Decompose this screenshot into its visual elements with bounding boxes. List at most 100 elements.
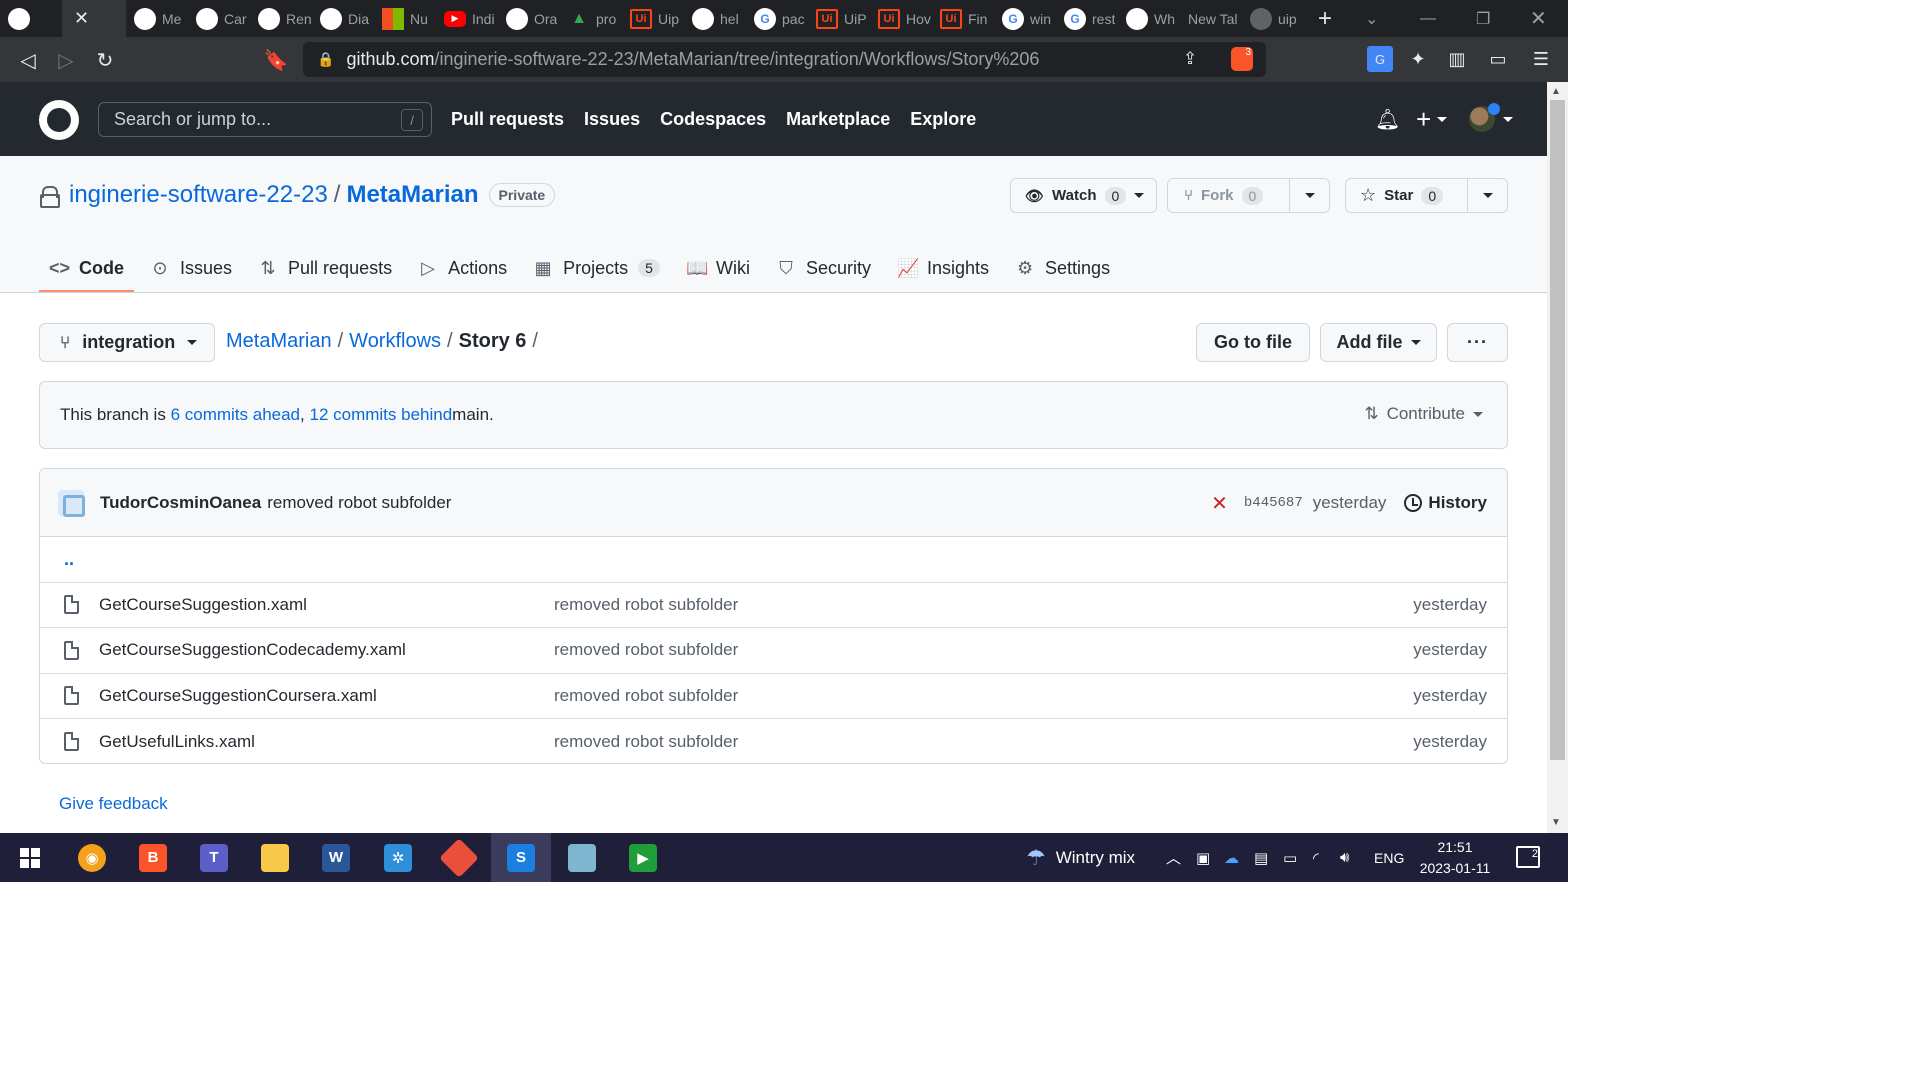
watch-button[interactable]: 👁︎ Watch 0	[1010, 178, 1157, 213]
breadcrumb-folder-link[interactable]: Workflows	[349, 330, 441, 353]
file-commit-message-link[interactable]: removed robot subfolder	[554, 686, 738, 706]
browser-tab[interactable]: Ora	[498, 0, 560, 37]
brave-shield-icon[interactable]: 3	[1231, 47, 1253, 71]
browser-tab[interactable]	[0, 0, 62, 37]
minimize-button[interactable]: —	[1420, 0, 1436, 37]
browser-tab[interactable]: uip	[1242, 0, 1304, 37]
browser-tab[interactable]: ▶ Indi	[436, 0, 498, 37]
nav-issues[interactable]: Issues	[584, 109, 640, 130]
go-to-file-button[interactable]: Go to file	[1196, 323, 1310, 362]
share-icon[interactable]: ⇪	[1183, 49, 1197, 69]
new-tab-button[interactable]: +	[1318, 5, 1332, 33]
tab-insights[interactable]: 📈 Insights	[887, 244, 999, 292]
browser-tab[interactable]: Ui Hov	[870, 0, 932, 37]
add-file-button[interactable]: Add file	[1320, 323, 1437, 362]
star-button[interactable]: ☆ Star 0	[1345, 178, 1508, 213]
taskbar-app-player[interactable]: ▶	[613, 833, 673, 882]
forward-button[interactable]: ▷	[52, 46, 80, 74]
wallet-icon[interactable]: ▭	[1485, 46, 1511, 72]
scrollbar[interactable]: ▲ ▼	[1547, 82, 1568, 833]
commit-author-link[interactable]: TudorCosminOanea	[100, 493, 261, 513]
tab-actions[interactable]: ▷ Actions	[408, 244, 517, 292]
extensions-icon[interactable]: ✦	[1405, 46, 1431, 72]
taskbar-app-notes[interactable]	[552, 833, 612, 882]
browser-tab[interactable]: Nu	[374, 0, 436, 37]
browser-tab[interactable]: Gpac	[746, 0, 808, 37]
taskbar-app-studio[interactable]: S	[491, 833, 551, 882]
meet-now-icon[interactable]: ▣	[1196, 833, 1210, 882]
tab-pull-requests[interactable]: ⇅ Pull requests	[248, 244, 402, 292]
close-tab-icon[interactable]: ✕	[74, 8, 89, 29]
browser-tab[interactable]: Dia	[312, 0, 374, 37]
commit-sha-link[interactable]: b445687	[1244, 495, 1303, 511]
taskbar-app-browser[interactable]: ◉	[62, 833, 122, 882]
scroll-down-arrow-icon[interactable]: ▼	[1551, 817, 1561, 828]
windows-start-button[interactable]	[0, 833, 60, 882]
language-indicator[interactable]: ENG	[1374, 833, 1404, 882]
tab-settings[interactable]: ⚙ Settings	[1005, 244, 1120, 292]
device-icon[interactable]: ▤	[1254, 833, 1268, 882]
tab-projects[interactable]: ▦ Projects 5	[523, 244, 670, 292]
taskbar-app-explorer[interactable]	[245, 833, 305, 882]
fork-button[interactable]: ⑂ Fork 0	[1167, 178, 1330, 213]
scroll-thumb[interactable]	[1550, 100, 1565, 760]
translate-extension-icon[interactable]: G	[1367, 46, 1393, 72]
taskbar-app-teams[interactable]: T	[184, 833, 244, 882]
browser-tab[interactable]: Ui Uip	[622, 0, 684, 37]
create-new-button[interactable]: +	[1416, 82, 1448, 156]
onedrive-icon[interactable]: ☁	[1224, 833, 1239, 882]
show-hidden-icons-button[interactable]: ︿	[1166, 833, 1181, 882]
give-feedback-link[interactable]: Give feedback	[59, 794, 168, 814]
browser-tab[interactable]: New Tal	[1180, 0, 1242, 37]
file-commit-message-link[interactable]: removed robot subfolder	[554, 595, 738, 615]
nav-pull-requests[interactable]: Pull requests	[451, 109, 564, 130]
browser-tab[interactable]: hel	[684, 0, 746, 37]
nav-marketplace[interactable]: Marketplace	[786, 109, 890, 130]
tab-security[interactable]: ⛉ Security	[766, 244, 881, 292]
bell-icon[interactable]: 🔔︎	[1375, 82, 1400, 156]
back-button[interactable]: ◁	[14, 46, 42, 74]
weather-widget[interactable]: ☂ Wintry mix	[1026, 833, 1135, 882]
file-name-link[interactable]: GetCourseSuggestion.xaml	[99, 595, 307, 615]
browser-tab[interactable]: Me	[126, 0, 188, 37]
sidebar-icon[interactable]: ▥	[1444, 46, 1470, 72]
contribute-button[interactable]: ⇅ Contribute	[1364, 404, 1483, 424]
browser-tab[interactable]: ✕	[62, 0, 126, 37]
browser-tab[interactable]: Ren	[250, 0, 312, 37]
scroll-up-arrow-icon[interactable]: ▲	[1551, 86, 1561, 97]
nav-codespaces[interactable]: Codespaces	[660, 109, 766, 130]
breadcrumb-repo-link[interactable]: MetaMarian	[226, 330, 332, 353]
browser-tab[interactable]: Wh	[1118, 0, 1180, 37]
tab-code[interactable]: <> Code	[39, 244, 134, 292]
github-logo-icon[interactable]	[39, 100, 79, 140]
commits-behind-link[interactable]: 12 commits behind	[309, 405, 452, 425]
window-close-button[interactable]: ✕	[1530, 0, 1547, 37]
volume-icon[interactable]: 🔊︎	[1340, 833, 1349, 882]
address-bar[interactable]: 🔒 github.com/inginerie-software-22-23/Me…	[303, 42, 1266, 77]
restore-button[interactable]: ❐	[1476, 0, 1490, 37]
nav-explore[interactable]: Explore	[910, 109, 976, 130]
browser-tab[interactable]: Gwin	[994, 0, 1056, 37]
browser-tab[interactable]: Grest	[1056, 0, 1118, 37]
commits-ahead-link[interactable]: 6 commits ahead	[171, 405, 300, 425]
star-dropdown[interactable]	[1467, 179, 1507, 212]
wifi-icon[interactable]: ◜	[1313, 833, 1319, 882]
user-menu-button[interactable]	[1469, 82, 1513, 156]
branch-select-button[interactable]: ⑂ integration	[39, 323, 215, 362]
tab-issues[interactable]: ⊙ Issues	[140, 244, 242, 292]
browser-tab[interactable]: ▲ pro	[560, 0, 622, 37]
history-button[interactable]: History	[1404, 493, 1487, 513]
battery-icon[interactable]: ▭	[1283, 833, 1297, 882]
file-name-link[interactable]: GetCourseSuggestionCodecademy.xaml	[99, 640, 406, 660]
file-name-link[interactable]: GetCourseSuggestionCoursera.xaml	[99, 686, 377, 706]
file-commit-message-link[interactable]: removed robot subfolder	[554, 732, 738, 752]
taskbar-app-git[interactable]	[429, 833, 489, 882]
taskbar-app-word[interactable]: W	[306, 833, 366, 882]
system-clock[interactable]: 21:51 2023-01-11	[1414, 837, 1496, 879]
more-options-button[interactable]: ···	[1447, 323, 1508, 362]
parent-directory-link[interactable]: ..	[40, 537, 1507, 583]
file-commit-message-link[interactable]: removed robot subfolder	[554, 640, 738, 660]
tab-wiki[interactable]: 📖 Wiki	[676, 244, 760, 292]
reload-button[interactable]: ↻	[91, 46, 119, 74]
repo-owner-link[interactable]: inginerie-software-22-23	[69, 181, 328, 209]
